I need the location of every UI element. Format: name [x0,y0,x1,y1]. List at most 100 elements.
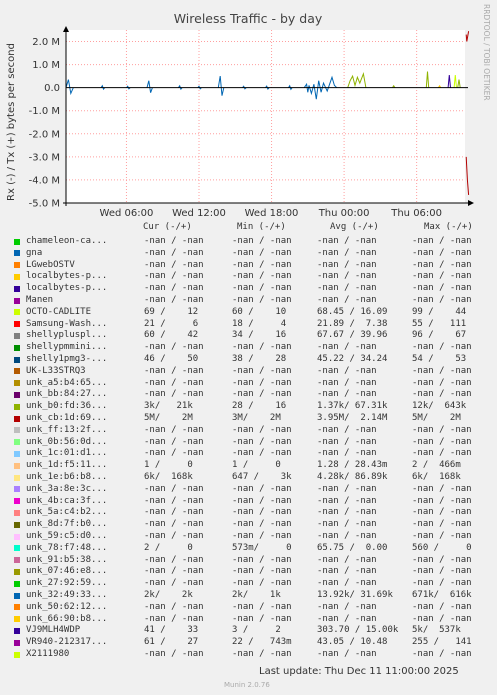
legend-swatch [14,533,20,540]
legend-cur: -nan / -nan [144,519,204,530]
legend-name: unk_0b:56:0d... [26,436,108,447]
legend-swatch [14,545,20,552]
legend-name: LGwebOSTV [26,259,75,270]
legend-avg: -nan / -nan [317,365,377,376]
legend-name: unk_ff:13:2f... [26,424,108,435]
legend-min: -nan / -nan [232,495,292,506]
legend-max: 560 / 0 [412,542,472,553]
legend-cur: 1 / 0 [144,460,193,471]
legend-max: -nan / -nan [412,389,472,400]
legend-max: -nan / -nan [412,424,472,435]
legend-min: 1 / 0 [232,460,281,471]
legend-cur: -nan / -nan [144,531,204,541]
legend-max: -nan / -nan [412,295,472,305]
legend-avg: 3.95M/ 2.14M [317,413,388,423]
legend-name: OCTO-CADLITE [26,306,92,317]
legend-name: unk_4b:ca:3f... [26,495,108,506]
legend-swatch [14,498,20,505]
legend-max: 5M/ 2M [412,413,461,423]
legend-min: -nan / -nan [232,236,292,246]
legend-swatch [14,627,20,634]
legend-avg: 45.22 / 34.24 [317,354,388,364]
legend-min: 60 / 10 [232,306,287,317]
legend-cur: -nan / -nan [144,377,204,388]
legend-max: -nan / -nan [412,601,472,612]
legend-name: chameleon-ca... [26,236,108,246]
legend-min: 34 / 16 [232,330,287,341]
legend-name: unk_78:f7:48... [26,542,108,553]
legend-cur: -nan / -nan [144,483,204,494]
legend-name: unk_8d:7f:b0... [26,519,108,530]
legend-name: localbytes-p... [26,271,108,282]
legend-max: -nan / -nan [412,613,472,624]
legend-avg: -nan / -nan [317,448,377,459]
legend-min: -nan / -nan [232,295,292,305]
legend-max: -nan / -nan [412,271,472,282]
legend-min: 3M/ 2M [232,413,281,423]
column-header-max: Max (-/+) [424,222,473,232]
legend-name: VR940-212317... [26,637,108,648]
legend-swatch [14,639,20,646]
legend-min: -nan / -nan [232,601,292,612]
legend-avg: -nan / -nan [317,649,377,659]
legend-cur: 5M/ 2M [144,413,193,423]
legend-cur: -nan / -nan [144,424,204,435]
legend-swatch [14,380,20,387]
legend-name: unk_a5:b4:65... [26,377,108,388]
legend-max: -nan / -nan [412,377,472,388]
legend-name: shellypluspl... [26,330,108,341]
legend-avg: -nan / -nan [317,613,377,624]
legend-swatch [14,439,20,446]
legend-name: unk_5a:c4:b2... [26,507,108,518]
legend-swatch [14,403,20,410]
legend-name: unk_b0:fd:36... [26,401,108,412]
legend-cur: 2 / 0 [144,542,193,553]
legend-name: unk_50:62:12... [26,601,108,612]
legend-avg: -nan / -nan [317,271,377,282]
legend-avg: -nan / -nan [317,566,377,577]
legend-swatch [14,521,20,528]
legend-max: -nan / -nan [412,283,472,294]
legend-avg: -nan / -nan [317,424,377,435]
legend-avg: -nan / -nan [317,483,377,494]
legend-max: -nan / -nan [412,519,472,530]
legend-max: -nan / -nan [412,578,472,589]
legend-min: -nan / -nan [232,448,292,459]
legend-swatch [14,415,20,422]
legend-max: -nan / -nan [412,554,472,565]
legend-swatch [14,368,20,375]
legend-max: -nan / -nan [412,436,472,447]
legend-swatch [14,557,20,564]
legend-avg: -nan / -nan [317,283,377,294]
legend-avg: -nan / -nan [317,578,377,589]
legend-name: localbytes-p... [26,283,108,294]
legend-min: -nan / -nan [232,578,292,589]
legend-max: -nan / -nan [412,531,472,541]
legend-cur: -nan / -nan [144,448,204,459]
legend-min: 3 / 2 [232,625,281,636]
legend-max: -nan / -nan [412,448,472,459]
legend-name: unk_27:92:59... [26,578,108,589]
legend-min: -nan / -nan [232,566,292,577]
legend-swatch [14,450,20,457]
legend-cur: 21 / 6 [144,318,199,329]
legend-min: -nan / -nan [232,259,292,270]
legend-swatch [14,356,20,363]
legend-cur: -nan / -nan [144,495,204,506]
legend-name: unk_91:b5:38... [26,554,108,565]
legend-cur: -nan / -nan [144,247,204,258]
legend-max: 96 / 67 [412,330,467,341]
legend-min: 2k/ 1k [232,590,281,600]
legend-swatch [14,391,20,398]
legend-max: -nan / -nan [412,566,472,577]
legend-min: -nan / -nan [232,483,292,494]
legend-name: shellypmmini... [26,342,108,353]
munin-version: Munin 2.0.76 [224,681,270,689]
legend-min: -nan / -nan [232,436,292,447]
legend-name: Manen [26,295,54,305]
legend-cur: -nan / -nan [144,578,204,589]
legend-cur: 69 / 12 [144,306,199,317]
legend-min: -nan / -nan [232,531,292,541]
legend-swatch [14,285,20,292]
legend-min: 647 / 3k [232,472,292,482]
